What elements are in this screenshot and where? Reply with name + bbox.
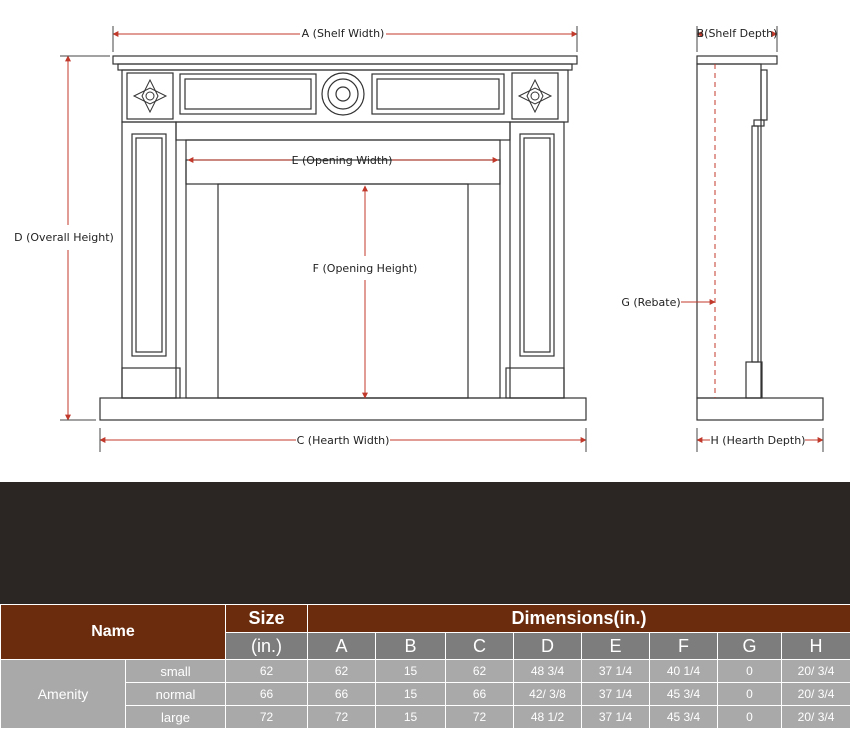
table-row: large 72 72 15 72 48 1/2 37 1/4 45 3/4 0… xyxy=(1,706,850,729)
fireplace-diagram: A (Shelf Width) B(Shelf Depth) C (Hearth… xyxy=(0,0,850,482)
table-cell: 42/ 3/8 xyxy=(514,683,582,706)
size-name: large xyxy=(126,706,226,729)
shelf-lower xyxy=(118,64,572,70)
label-e: E (Opening Width) xyxy=(292,154,393,167)
sub-header-cell: C xyxy=(446,633,514,660)
size-name: small xyxy=(126,660,226,683)
sub-header-cell: B xyxy=(376,633,446,660)
table-cell: 37 1/4 xyxy=(582,706,650,729)
sub-header-cell: E xyxy=(582,633,650,660)
table-row: normal 66 66 15 66 42/ 3/8 37 1/4 45 3/4… xyxy=(1,683,850,706)
table-cell: 0 xyxy=(718,706,782,729)
rosette-detail xyxy=(134,80,551,112)
label-d: D (Overall Height) xyxy=(14,231,114,244)
sub-header-cell: F xyxy=(650,633,718,660)
left-plinth xyxy=(122,368,180,398)
side-shelf xyxy=(697,56,777,64)
table-cell: 66 xyxy=(308,683,376,706)
dimension-table: Name Size Dimensions(in.) (in.) A B C D … xyxy=(0,604,850,729)
hearth xyxy=(100,398,586,420)
table-cell: 20/ 3/4 xyxy=(782,706,850,729)
table-cell: 62 xyxy=(446,660,514,683)
frieze-panel-left xyxy=(180,74,316,114)
table-cell: 66 xyxy=(226,683,308,706)
label-h: H (Hearth Depth) xyxy=(711,434,806,447)
table-cell: 62 xyxy=(308,660,376,683)
label-c: C (Hearth Width) xyxy=(297,434,390,447)
left-leg xyxy=(122,122,176,398)
table-cell: 15 xyxy=(376,683,446,706)
right-leg xyxy=(510,122,564,398)
header-size: Size xyxy=(226,605,308,633)
table-cell: 37 1/4 xyxy=(582,683,650,706)
dimension-lines xyxy=(60,26,823,452)
table-cell: 66 xyxy=(446,683,514,706)
divider-band xyxy=(0,482,850,604)
table-cell: 15 xyxy=(376,706,446,729)
sub-header-cell: A xyxy=(308,633,376,660)
diagram-svg: A (Shelf Width) B(Shelf Depth) C (Hearth… xyxy=(0,0,850,482)
table-row: Amenity small 62 62 15 62 48 3/4 37 1/4 … xyxy=(1,660,850,683)
table-cell: 0 xyxy=(718,660,782,683)
table-cell: 0 xyxy=(718,683,782,706)
header-name: Name xyxy=(1,605,226,660)
label-g: G (Rebate) xyxy=(621,296,680,309)
sub-header-cell: H xyxy=(782,633,850,660)
table-cell: 72 xyxy=(226,706,308,729)
sub-header-cell: (in.) xyxy=(226,633,308,660)
firebox-opening xyxy=(218,184,468,398)
label-b: B(Shelf Depth) xyxy=(697,27,778,40)
sub-header-cell: D xyxy=(514,633,582,660)
label-a: A (Shelf Width) xyxy=(302,27,385,40)
side-hearth xyxy=(697,398,823,420)
sub-header-cell: G xyxy=(718,633,782,660)
size-name: normal xyxy=(126,683,226,706)
model-name: Amenity xyxy=(1,660,126,729)
table-cell: 20/ 3/4 xyxy=(782,683,850,706)
table-cell: 40 1/4 xyxy=(650,660,718,683)
left-leg-panel xyxy=(132,134,166,356)
table-cell: 37 1/4 xyxy=(582,660,650,683)
table-cell: 48 1/2 xyxy=(514,706,582,729)
table-cell: 45 3/4 xyxy=(650,706,718,729)
side-view xyxy=(697,56,823,420)
table-cell: 48 3/4 xyxy=(514,660,582,683)
label-f: F (Opening Height) xyxy=(313,262,418,275)
table-cell: 20/ 3/4 xyxy=(782,660,850,683)
table-cell: 72 xyxy=(308,706,376,729)
right-leg-panel xyxy=(520,134,554,356)
frieze-panel-right xyxy=(372,74,504,114)
table-cell: 45 3/4 xyxy=(650,683,718,706)
table-cell: 15 xyxy=(376,660,446,683)
shelf-top xyxy=(113,56,577,64)
right-plinth xyxy=(506,368,564,398)
header-dimensions: Dimensions(in.) xyxy=(308,605,850,633)
front-view xyxy=(100,56,586,420)
table-cell: 72 xyxy=(446,706,514,729)
table-cell: 62 xyxy=(226,660,308,683)
